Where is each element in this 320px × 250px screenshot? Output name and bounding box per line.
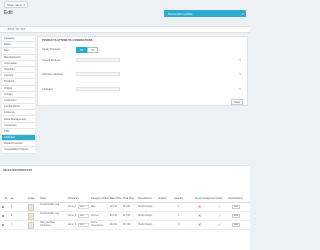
field-label-add-new-attribute: Add New Attribute <box>42 73 63 76</box>
stock-disabled-icon[interactable]: ✕ <box>198 222 201 227</box>
row-final-price: €17.88 <box>123 215 131 217</box>
product-thumbnail <box>28 213 34 220</box>
row-reference: demo_1 <box>68 206 77 208</box>
save-button[interactable]: Save <box>231 99 243 105</box>
edit-button[interactable]: Edit <box>232 223 240 227</box>
top-bar: Shop name ▾ <box>0 0 250 9</box>
product-thumbnail <box>28 204 34 211</box>
ready-products-toggle[interactable]: Off On <box>76 47 99 54</box>
row-base-price: €14.90 <box>110 224 118 226</box>
row-manufacturer: Studio Design <box>138 206 153 208</box>
stock-disabled-icon[interactable]: ✕ <box>198 213 201 218</box>
product-thumbnail <box>28 222 34 229</box>
active-check-icon[interactable]: ✓ <box>218 222 221 227</box>
row-reference: demo_3 <box>68 224 77 226</box>
combinations-panel: PRODUCTS ATTRIBUTE COMBINATIONS Ready Pr… <box>37 36 248 106</box>
field-label-attributes: Attributes <box>42 88 53 91</box>
col-combinations: Combinations <box>228 197 243 201</box>
col-active[interactable]: Active <box>216 197 223 200</box>
row-reference: demo_2 <box>68 215 77 217</box>
arrow-left-icon[interactable]: ← <box>4 28 7 31</box>
col-base-price[interactable]: Base Price <box>110 197 122 200</box>
col-image: Image <box>28 197 35 201</box>
panel-heading: PRODUCTS ATTRIBUTE COMBINATIONS <box>42 39 93 42</box>
col-reference[interactable]: Reference <box>68 197 79 200</box>
col-supplier[interactable]: Supplier <box>158 197 167 200</box>
row-select[interactable]: Edit <box>78 214 89 218</box>
row-base-price: €14.90 <box>110 215 118 217</box>
row-id: 3 <box>11 224 13 226</box>
row-name: Customizable mug <box>40 213 60 216</box>
field-label-search-attribute: Search Attribute <box>42 59 61 62</box>
row-manufacturer: Studio Design <box>138 224 153 226</box>
col-manufacturer[interactable]: Manufacturer <box>138 197 152 200</box>
sidebar-item-unavailable-products[interactable]: Unavailable Products <box>2 147 35 154</box>
col-final-price[interactable]: Final Price <box>123 197 134 200</box>
title-row: Edit Successful update × <box>4 10 246 20</box>
row-select[interactable]: Edit <box>78 223 89 227</box>
pencil-icon[interactable]: ✎ <box>239 87 242 91</box>
table-row[interactable]: 3 Hang Tee Bear Ornament demo_3 Edit Hom… <box>0 221 250 230</box>
row-final-price: €17.88 <box>123 206 131 208</box>
row-final-price: €17.88 <box>123 224 131 226</box>
col-quantity[interactable]: Quantity <box>174 197 183 200</box>
table-row[interactable]: 2 Customizable mug demo_2 Edit Women €14… <box>0 212 250 221</box>
section-title: SELECTED PRODUCTS <box>3 169 33 172</box>
row-name: Customizable mug <box>40 204 60 207</box>
row-quantity: 0 <box>178 215 180 217</box>
col-category[interactable]: Category default <box>91 197 109 200</box>
add-new-attribute-input[interactable] <box>76 72 120 76</box>
sort-icon[interactable]: ▾▴ <box>11 197 13 200</box>
row-category: Home Accessories <box>91 222 104 227</box>
row-category: Men <box>91 206 96 208</box>
chevron-down-icon: ▾ <box>23 2 25 7</box>
edit-button[interactable]: Edit <box>232 214 240 218</box>
row-quantity: 0 <box>178 224 180 226</box>
row-name: Hang Tee Bear Ornament <box>40 222 56 227</box>
row-id: 1 <box>11 206 13 208</box>
col-stock-management[interactable]: Stock management <box>195 197 216 200</box>
store-selector[interactable]: Shop name ▾ <box>4 1 28 8</box>
row-checkbox[interactable] <box>2 206 5 209</box>
toolbar: ← BACK TO LIST <box>0 26 250 33</box>
pencil-icon[interactable]: ✎ <box>239 72 242 76</box>
row-select[interactable]: Edit <box>78 205 89 209</box>
row-id: 2 <box>11 215 13 217</box>
toggle-on-option[interactable]: On <box>87 47 99 54</box>
field-label-ready-products: Ready Products <box>42 47 61 51</box>
row-checkbox[interactable] <box>2 215 5 218</box>
row-category: Women <box>91 215 99 217</box>
col-id[interactable]: ID <box>5 197 7 200</box>
edit-button[interactable]: Edit <box>232 205 240 209</box>
notification-banner: Successful update × <box>164 10 246 17</box>
attributes-input[interactable] <box>76 87 120 91</box>
store-name: Shop name <box>7 2 23 7</box>
row-quantity: 0 <box>178 206 180 208</box>
selected-products-section: SELECTED PRODUCTS ID ▾▴ Image Name Refer… <box>0 165 250 250</box>
sidebar: Category Dates Seo Manufacturers Informa… <box>2 36 35 154</box>
stock-disabled-icon[interactable]: ✕ <box>198 204 201 209</box>
notification-text: Successful update <box>168 11 193 16</box>
close-icon[interactable]: × <box>242 11 244 16</box>
row-manufacturer: Studio Design <box>138 215 153 217</box>
table-header: ID ▾▴ Image Name Reference Category defa… <box>0 196 250 203</box>
page-title: Edit <box>4 10 13 16</box>
table-row[interactable]: 1 Customizable mug demo_1 Edit Men €14.9… <box>0 203 250 212</box>
search-attribute-input[interactable] <box>76 58 120 62</box>
pencil-icon[interactable]: ✎ <box>239 58 242 62</box>
back-to-list-link[interactable]: BACK TO LIST <box>8 28 26 31</box>
active-check-icon[interactable]: ✓ <box>218 213 221 218</box>
row-checkbox[interactable] <box>2 224 5 227</box>
row-base-price: €14.90 <box>110 206 118 208</box>
active-check-icon[interactable]: ✓ <box>218 204 221 209</box>
toggle-off-option[interactable]: Off <box>76 47 88 54</box>
col-name[interactable]: Name <box>40 197 46 200</box>
